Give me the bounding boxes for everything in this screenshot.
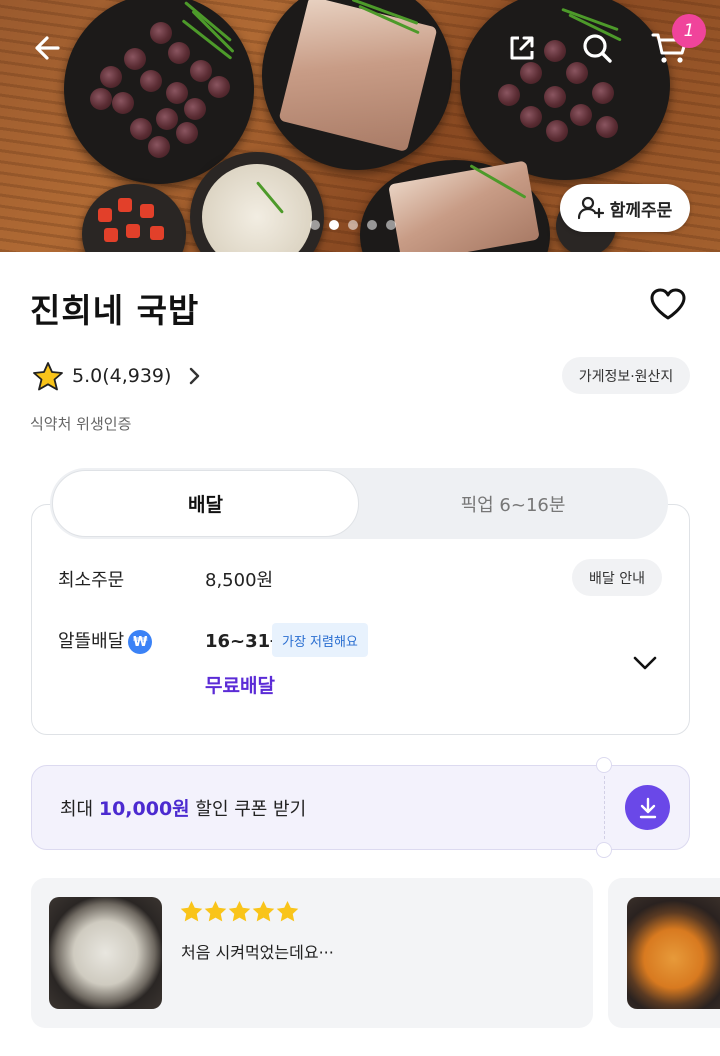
store-info-origin-button[interactable]: 가게정보·원산지 [562,357,690,394]
kimchi-piece [98,208,112,222]
min-order-label: 최소주문 [58,570,125,591]
share-button[interactable] [500,26,544,70]
coupon-amount: 10,000원 [98,798,190,820]
favorite-button[interactable] [646,282,690,326]
carousel-dot-active[interactable] [329,220,339,230]
hygiene-certification: 식약처 위생인증 [30,415,132,433]
sundae-piece [498,84,520,106]
rating-value: 5.0(4,939) [72,365,172,387]
sundae-piece [112,92,134,114]
sundae-piece [100,66,122,88]
sundae-piece [544,40,566,62]
carousel-dot[interactable] [367,220,377,230]
sundae-piece [130,118,152,140]
share-icon [510,36,534,60]
saver-delivery-label: 알뜰배달 [58,631,125,652]
kimchi-piece [140,204,154,218]
saver-delivery-row: 알뜰배달 ₩ [58,627,153,654]
review-photo [627,897,720,1009]
sundae-piece [176,122,198,144]
cheapest-badge: 가장 저렴해요 [272,623,368,657]
coupon-download-button[interactable] [625,785,670,830]
sundae-piece [208,76,230,98]
min-order-value: 8,500원 [205,570,274,591]
chevron-right-icon [190,367,200,385]
search-button[interactable] [575,26,619,70]
carousel-dot[interactable] [348,220,358,230]
kimchi-piece [118,198,132,212]
sundae-piece [592,82,614,104]
rating-link[interactable]: 5.0(4,939) [32,360,205,392]
tab-pickup[interactable]: 픽업 6~16분 [360,470,666,537]
star-icon [252,900,275,922]
sundae-piece [596,116,618,138]
star-icon [276,900,299,922]
cart-count-badge: 1 [672,14,706,48]
sundae-piece [140,70,162,92]
coupon-perforation [604,776,605,839]
carousel-indicator [310,220,396,230]
star-icon [180,900,203,922]
kimchi-piece [150,226,164,240]
kimchi-piece [104,228,118,242]
star-icon [33,362,63,391]
review-stars [180,900,299,922]
sundae-piece [184,98,206,120]
kimchi-piece [126,224,140,238]
sundae-piece [90,88,112,110]
back-button[interactable] [26,26,70,70]
tab-delivery[interactable]: 배달 [52,470,359,537]
sundae-piece [148,136,170,158]
won-coin-icon: ₩ [128,630,153,654]
star-icon [228,900,251,922]
sundae-piece [166,82,188,104]
hero-image-carousel[interactable]: 1 함께주문 [0,0,720,252]
add-person-icon [577,196,604,220]
together-order-button[interactable]: 함께주문 [560,184,690,232]
coupon-suffix: 할인 쿠폰 받기 [189,799,307,820]
download-icon [639,797,656,818]
back-arrow-icon [35,36,60,60]
expand-delivery-options[interactable] [628,648,662,678]
search-icon [583,34,612,63]
sundae-piece [168,42,190,64]
coupon-notch [596,842,612,858]
sundae-piece [520,106,542,128]
coupon-notch [596,757,612,773]
delivery-fee: 무료배달 [205,675,275,697]
together-order-label: 함께주문 [609,200,673,221]
coupon-prefix: 최대 [60,799,99,820]
carousel-dot[interactable] [310,220,320,230]
store-name: 진희네 국밥 [30,291,200,330]
sundae-piece [190,60,212,82]
sundae-piece [546,120,568,142]
review-text: 처음 시켜먹었는데요··· [181,943,334,962]
sundae-piece [124,48,146,70]
heart-icon [650,288,686,320]
sundae-piece [156,108,178,130]
review-photo [49,897,162,1009]
chevron-down-icon [633,656,657,670]
delivery-guide-button[interactable]: 배달 안내 [572,559,662,596]
coupon-banner[interactable]: 최대 10,000원 할인 쿠폰 받기 [31,757,690,858]
sundae-piece [150,22,172,44]
star-icon [204,900,227,922]
coupon-text: 최대 10,000원 할인 쿠폰 받기 [60,794,306,821]
sundae-piece [544,86,566,108]
carousel-dot[interactable] [386,220,396,230]
sundae-piece [570,104,592,126]
